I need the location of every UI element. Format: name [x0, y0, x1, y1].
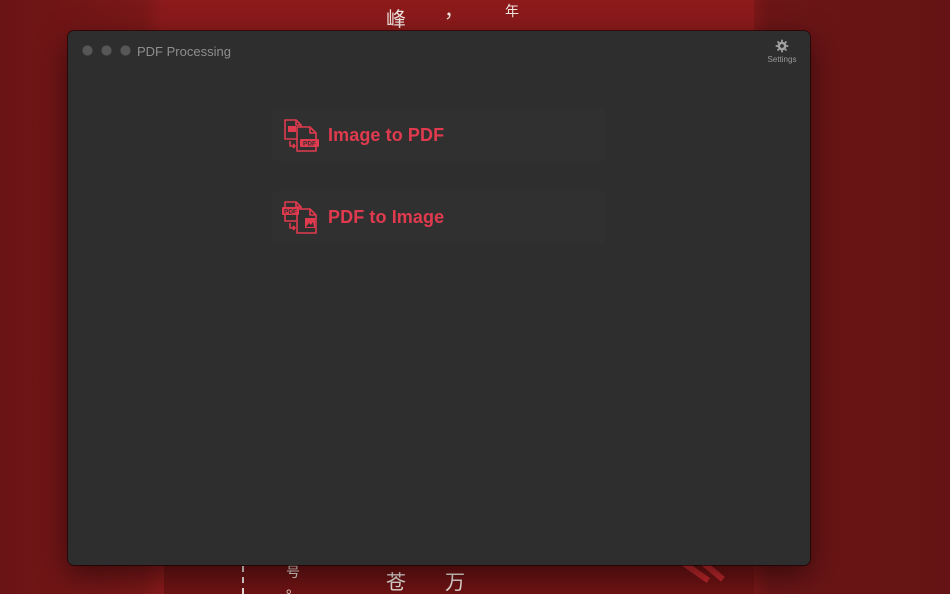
wallpaper-char: 苍	[386, 570, 406, 594]
svg-text:PDF: PDF	[303, 141, 316, 148]
zoom-button[interactable]	[120, 45, 131, 56]
wallpaper-char: ，	[444, 0, 464, 22]
image-to-pdf-icon: PDF	[282, 117, 322, 153]
image-to-pdf-label: Image to PDF	[328, 124, 445, 145]
window-title: PDF Processing	[137, 44, 231, 59]
image-to-pdf-button[interactable]: PDF Image to PDF	[272, 109, 606, 161]
pdf-to-image-label: PDF to Image	[328, 206, 445, 227]
window-controls	[82, 45, 131, 56]
wallpaper-char: 号	[286, 565, 300, 581]
svg-text:PDF: PDF	[284, 209, 297, 216]
gear-icon	[775, 39, 789, 53]
wallpaper-char: 。	[286, 581, 300, 594]
pdf-to-image-button[interactable]: PDF PDF to Image	[272, 191, 606, 243]
minimize-button[interactable]	[101, 45, 112, 56]
settings-button[interactable]: Settings	[764, 39, 800, 64]
app-window: PDF Processing Settings PDF Image to PDF…	[68, 31, 810, 565]
wallpaper-char: 年	[505, 4, 519, 20]
pdf-to-image-icon: PDF	[282, 199, 322, 235]
wallpaper-char: 万	[445, 570, 465, 594]
wallpaper-char: 峰	[386, 7, 406, 31]
close-button[interactable]	[82, 45, 93, 56]
settings-label: Settings	[767, 55, 797, 64]
wallpaper-dashed-line	[242, 566, 244, 594]
